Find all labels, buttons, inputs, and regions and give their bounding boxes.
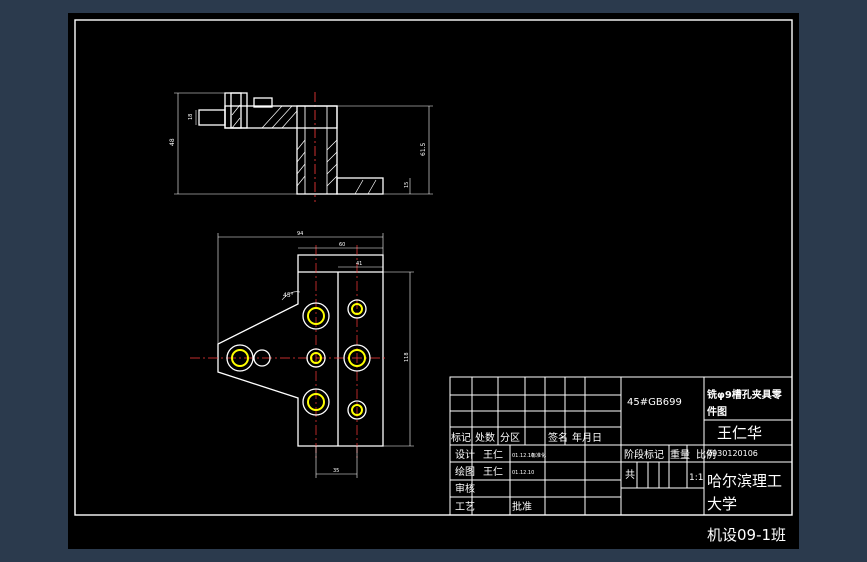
- header-cell-4: 年月日: [572, 431, 602, 444]
- dim-top-width2: 60: [339, 242, 345, 248]
- row-draw-name: 王仁: [483, 466, 503, 478]
- dim-front-total: 61.5: [420, 142, 427, 156]
- header-cell-0: 标记: [451, 432, 471, 444]
- dim-angle: 45°: [283, 292, 294, 299]
- scale-label: 比例: [696, 448, 716, 461]
- part-title-line1: 铣φ9槽孔夹具零: [707, 388, 783, 401]
- header-cell-1: 处数: [475, 431, 495, 444]
- author-large: 王仁华: [717, 424, 762, 442]
- school-line1: 哈尔滨理工: [707, 472, 782, 490]
- sheet-label: 共: [625, 469, 635, 481]
- row-approve-label: 批准: [512, 500, 532, 513]
- dim-plan-bottom: 35: [333, 468, 339, 474]
- part-title-line2: 件图: [707, 405, 727, 418]
- drawing-sheet: [68, 13, 799, 549]
- row-design-name: 王仁: [483, 449, 503, 461]
- row-draw-date: 01.12.10: [512, 470, 534, 476]
- dim-front-right-small: 15: [404, 182, 410, 188]
- header-cell-3: 签名: [548, 431, 568, 444]
- weight-label: 重量: [670, 448, 690, 461]
- scale-value: 1:1: [689, 473, 703, 483]
- header-cell-2: 分区: [500, 432, 520, 444]
- class-name: 机设09-1班: [707, 526, 786, 544]
- material-text: 45#GB699: [627, 397, 682, 408]
- stage-mark-label: 阶段标记: [624, 448, 664, 461]
- dim-front-height: 48: [169, 138, 176, 146]
- school-line2: 大学: [707, 495, 737, 513]
- dim-top-width: 94: [297, 231, 303, 237]
- row-design-label: 设计: [455, 448, 475, 461]
- cad-drawing-canvas: 48 61.5 18 15 94 60 41 118 35 45° 45#GB6…: [68, 13, 799, 549]
- dim-top-width3: 41: [356, 261, 362, 267]
- row-draw-label: 绘图: [455, 465, 475, 478]
- dim-plan-height: 118: [404, 352, 410, 362]
- row-design-note: 标准化: [531, 452, 546, 459]
- row-process-label: 工艺: [455, 501, 475, 513]
- dim-front-left-small: 18: [188, 114, 194, 120]
- row-review-label: 审核: [455, 482, 475, 495]
